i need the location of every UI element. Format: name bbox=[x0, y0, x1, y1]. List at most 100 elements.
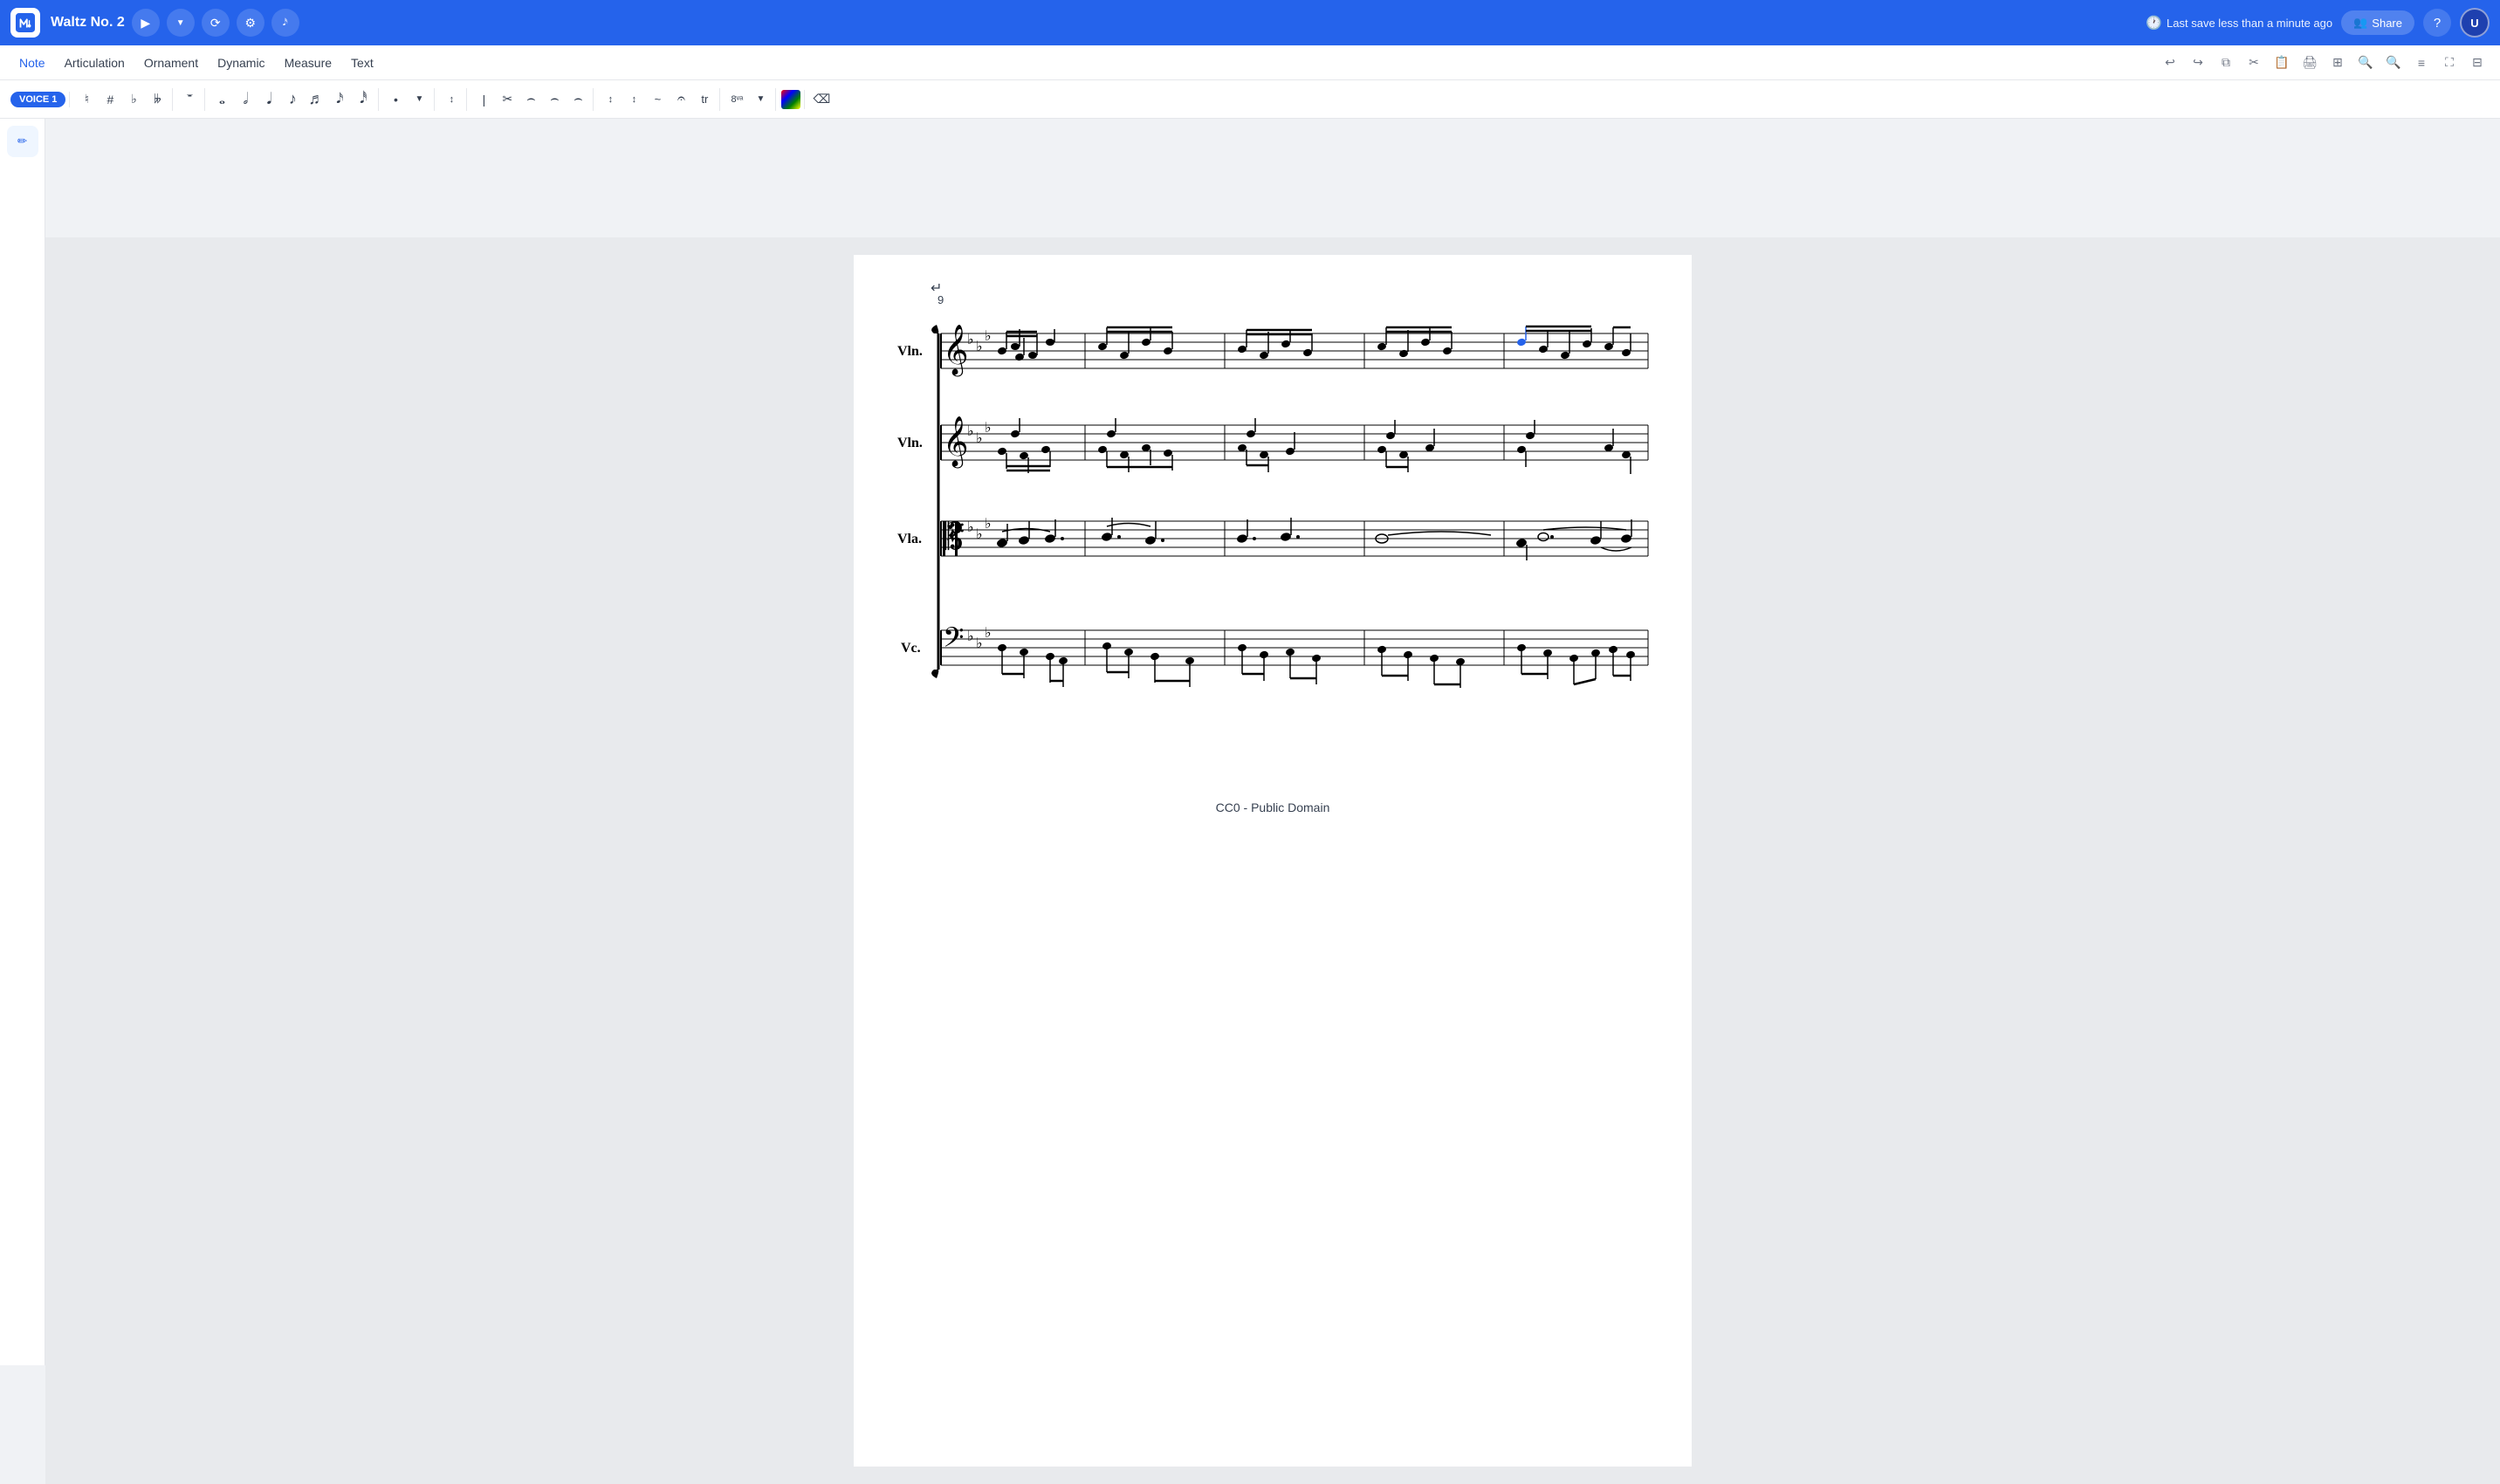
print-button[interactable]: 🖨 bbox=[2297, 51, 2322, 75]
svg-text:♭: ♭ bbox=[976, 636, 983, 651]
svg-text:𝄢: 𝄢 bbox=[944, 518, 965, 553]
octave-dropdown[interactable]: ▼ bbox=[749, 88, 772, 111]
extra-tools-section: ↕ ↕ ~ 𝄐 tr bbox=[595, 88, 720, 111]
svg-text:Vln.: Vln. bbox=[897, 344, 923, 359]
tie-tool[interactable]: ⌢ bbox=[519, 88, 542, 111]
share-button[interactable]: 👥 Share bbox=[2341, 10, 2414, 35]
accent-button[interactable]: ~ bbox=[646, 88, 669, 111]
app-logo[interactable] bbox=[10, 8, 40, 38]
beam-alt-tool[interactable]: ⌢ bbox=[567, 88, 589, 111]
svg-text:♭: ♭ bbox=[967, 520, 974, 535]
undo-button[interactable]: ↩ bbox=[2158, 51, 2182, 75]
sixty-fourth-note[interactable]: 𝅘𝅥𝅰 bbox=[352, 88, 374, 111]
svg-text:♭: ♭ bbox=[967, 629, 974, 644]
fermata-button[interactable]: 𝄐 bbox=[670, 88, 692, 111]
dot-button[interactable]: • bbox=[384, 88, 407, 111]
color-picker[interactable] bbox=[781, 90, 800, 109]
menu-right-actions: ↩ ↪ ⧉ ✂ 📋 🖨 ⊞ 🔍 🔍 ≡ ⛶ ⊟ bbox=[2158, 51, 2490, 75]
grid-button[interactable]: ⊟ bbox=[2465, 51, 2490, 75]
svg-text:𝄢: 𝄢 bbox=[943, 623, 964, 660]
flat-sign[interactable]: ♭ bbox=[122, 88, 145, 111]
menu-note[interactable]: Note bbox=[10, 52, 54, 73]
thirty-second-note[interactable]: 𝅘𝅥𝅯 bbox=[328, 88, 351, 111]
scissors-tool[interactable]: ✂ bbox=[496, 88, 519, 111]
copy-button[interactable]: ⧉ bbox=[2214, 51, 2238, 75]
side-panel: ✏ bbox=[0, 119, 45, 1365]
sharp-sign[interactable]: # bbox=[99, 88, 121, 111]
octave-btn[interactable]: 8ᵛᵃ bbox=[725, 88, 748, 111]
svg-text:Vla.: Vla. bbox=[897, 532, 922, 546]
dropdown-button[interactable]: ▼ bbox=[167, 9, 195, 37]
sixteenth-note[interactable]: ♬ bbox=[305, 88, 327, 111]
top-bar-right: 🕐 Last save less than a minute ago 👥 Sha… bbox=[2146, 8, 2490, 38]
half-note[interactable]: 𝅗𝅥 bbox=[234, 88, 257, 111]
user-avatar[interactable]: U bbox=[2460, 8, 2490, 38]
eraser-section: ⌫ bbox=[807, 88, 836, 111]
svg-text:♭: ♭ bbox=[985, 626, 992, 641]
dot-section: • ▼ bbox=[381, 88, 435, 111]
edit-tool-button[interactable]: ✏ bbox=[7, 126, 38, 157]
svg-text:Vc.: Vc. bbox=[901, 641, 921, 656]
play-button[interactable]: ▶ bbox=[132, 9, 160, 37]
menu-measure[interactable]: Measure bbox=[276, 52, 340, 73]
double-flat-sign[interactable]: 𝄫 bbox=[146, 88, 168, 111]
cut-button[interactable]: ✂ bbox=[2242, 51, 2266, 75]
svg-text:♭: ♭ bbox=[976, 431, 983, 446]
svg-text:♭: ♭ bbox=[976, 527, 983, 542]
natural-sign[interactable]: ♮ bbox=[75, 88, 98, 111]
metronome-button[interactable]: 𝅘𝅥𝅯 bbox=[271, 9, 299, 37]
zoom-in-button[interactable]: 🔍 bbox=[2353, 51, 2378, 75]
flip3-button[interactable]: ↕ bbox=[622, 88, 645, 111]
fullscreen-button[interactable]: ⛶ bbox=[2437, 51, 2462, 75]
last-save-indicator: 🕐 Last save less than a minute ago bbox=[2146, 15, 2332, 31]
flip-section: ↕ bbox=[436, 88, 467, 111]
score-notation: Vln. 𝄞 ♭ ♭ ♭ bbox=[889, 307, 1657, 731]
eighth-note[interactable]: ♪ bbox=[281, 88, 304, 111]
svg-text:♭: ♭ bbox=[967, 424, 974, 439]
menu-dynamic[interactable]: Dynamic bbox=[209, 52, 273, 73]
dot-dropdown[interactable]: ▼ bbox=[408, 88, 430, 111]
voice-section: VOICE 1 bbox=[7, 92, 70, 107]
beam-tool[interactable]: ⌢ bbox=[543, 88, 566, 111]
zoom-out-button[interactable]: 🔍 bbox=[2381, 51, 2406, 75]
stave-button[interactable]: ≡ bbox=[2409, 51, 2434, 75]
menu-articulation[interactable]: Articulation bbox=[56, 52, 134, 73]
help-button[interactable]: ? bbox=[2423, 9, 2451, 37]
note-values-section: 𝅝 𝅗𝅥 𝅘𝅥 ♪ ♬ 𝅘𝅥𝅯 𝅘𝅥𝅰 bbox=[207, 88, 379, 111]
loop-button[interactable]: ⟳ bbox=[202, 9, 230, 37]
measure-number: 9 bbox=[938, 293, 944, 306]
flip2-button[interactable]: ↕ bbox=[599, 88, 622, 111]
whole-note[interactable]: 𝅝 bbox=[210, 88, 233, 111]
menu-ornament[interactable]: Ornament bbox=[135, 52, 207, 73]
settings-button[interactable]: ⚙ bbox=[237, 9, 264, 37]
flip-button[interactable]: ↕ bbox=[440, 88, 463, 111]
redo-button[interactable]: ↪ bbox=[2186, 51, 2210, 75]
svg-text:♭: ♭ bbox=[985, 329, 992, 344]
accidental-section: ♮ # ♭ 𝄫 bbox=[72, 88, 173, 111]
svg-text:𝄞: 𝄞 bbox=[943, 416, 969, 469]
toolbar: VOICE 1 ♮ # ♭ 𝄫 𝄻 𝅝 𝅗𝅥 𝅘𝅥 ♪ ♬ 𝅘𝅥𝅯 𝅘𝅥𝅰 • … bbox=[0, 80, 2500, 119]
svg-text:♭: ♭ bbox=[985, 517, 992, 532]
voice-selector[interactable]: VOICE 1 bbox=[10, 92, 65, 107]
svg-text:Vln.: Vln. bbox=[897, 436, 923, 450]
svg-text:♭: ♭ bbox=[985, 421, 992, 436]
svg-text:♭: ♭ bbox=[967, 333, 974, 347]
top-bar: Waltz No. 2 ▶ ▼ ⟳ ⚙ 𝅘𝅥𝅯 🕐 Last save less… bbox=[0, 0, 2500, 45]
rest-section: 𝄻 bbox=[175, 88, 205, 111]
score-footer: CC0 - Public Domain bbox=[889, 800, 1657, 814]
paste-button[interactable]: 📋 bbox=[2270, 51, 2294, 75]
table-button[interactable]: ⊞ bbox=[2325, 51, 2350, 75]
menu-text[interactable]: Text bbox=[342, 52, 382, 73]
cursor-tool[interactable]: | bbox=[472, 88, 495, 111]
quarter-note[interactable]: 𝅘𝅥 bbox=[258, 88, 280, 111]
cursor-tools-section: | ✂ ⌢ ⌢ ⌢ bbox=[469, 88, 594, 111]
document-title: Waltz No. 2 bbox=[51, 15, 125, 31]
trill-button[interactable]: tr bbox=[693, 88, 716, 111]
svg-text:𝄞: 𝄞 bbox=[943, 325, 969, 377]
octave-section: 8ᵛᵃ ▼ bbox=[722, 88, 776, 111]
svg-text:♭: ♭ bbox=[976, 340, 983, 354]
score-page: ↵ 9 bbox=[854, 255, 1692, 1467]
eraser-button[interactable]: ⌫ bbox=[810, 88, 833, 111]
whole-rest[interactable]: 𝄻 bbox=[178, 88, 201, 111]
main-content: ↵ 9 bbox=[45, 237, 2500, 1484]
